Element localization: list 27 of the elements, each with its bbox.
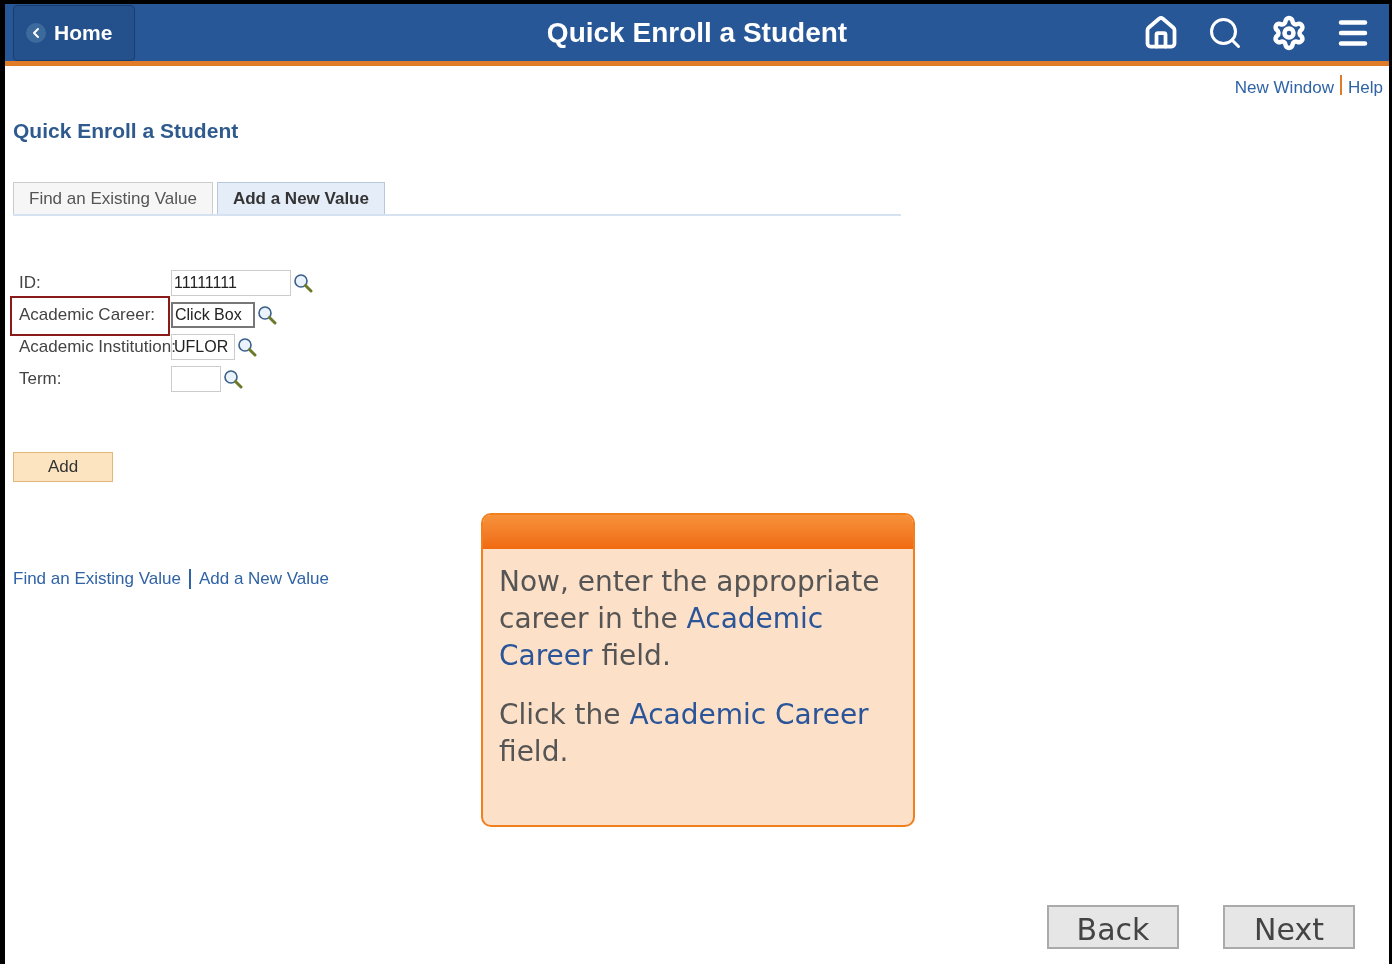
settings-icon[interactable] — [1271, 14, 1307, 51]
search-icon[interactable] — [237, 337, 257, 357]
home-button[interactable]: Home — [13, 4, 135, 61]
page-title: Quick Enroll a Student — [13, 117, 240, 144]
field-label: Academic Career: — [18, 304, 157, 327]
search-icon[interactable] — [223, 369, 243, 389]
header-title: Quick Enroll a Student — [546, 16, 848, 50]
header-link[interactable]: Help — [1348, 75, 1383, 101]
search-icon[interactable] — [257, 305, 277, 325]
field-label: Term: — [18, 368, 63, 391]
back-icon — [26, 22, 46, 43]
input-field[interactable] — [171, 366, 221, 392]
search-icon[interactable] — [293, 273, 313, 293]
tab[interactable]: Add a New Value — [216, 182, 385, 214]
nav-button[interactable]: Back — [1047, 904, 1179, 949]
add-button[interactable]: Add — [13, 452, 113, 482]
input-field[interactable]: 11111111 — [171, 270, 291, 296]
footer-link[interactable]: Add a New Value — [198, 566, 329, 592]
callout-text: Click the Academic Career field. — [499, 696, 870, 770]
header-link[interactable]: New Window — [1234, 75, 1335, 101]
nav-button[interactable]: Next — [1223, 904, 1355, 949]
callout-text: Now, enter the appropriate career in the Academic Career field. — [499, 563, 881, 674]
footer-link[interactable]: Find an Existing Value — [13, 566, 181, 592]
input-field[interactable]: Click Box — [171, 302, 255, 328]
tab[interactable]: Find an Existing Value — [13, 182, 213, 214]
home-icon[interactable] — [1143, 14, 1179, 51]
field-label: ID: — [18, 272, 42, 295]
